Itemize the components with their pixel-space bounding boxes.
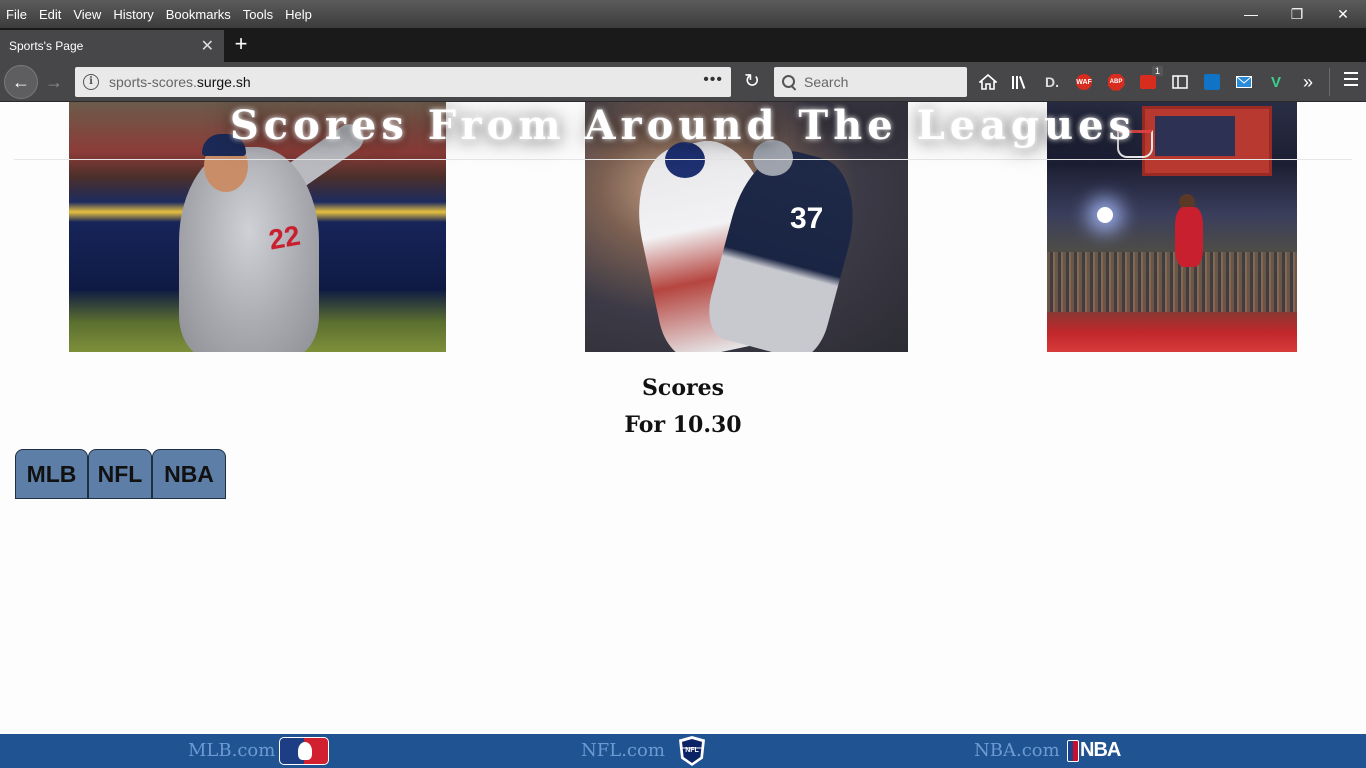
url-host: surge.sh (196, 74, 251, 90)
extension-toolbar: D. WAF ABP 1 V » (976, 66, 1328, 94)
library-icon[interactable] (1008, 70, 1032, 94)
forward-button[interactable]: → (42, 70, 66, 94)
tab-title: Sports's Page (9, 39, 84, 53)
hero-divider (14, 159, 1352, 160)
tab-nba[interactable]: NBA (152, 449, 226, 499)
abp-icon[interactable]: ABP (1104, 70, 1128, 94)
overflow-chevron-icon[interactable]: » (1296, 70, 1320, 94)
extension-badge-icon[interactable]: 1 (1136, 66, 1163, 94)
page-actions-icon[interactable]: ••• (703, 71, 723, 89)
mail-icon[interactable] (1232, 70, 1256, 94)
tab-close-icon[interactable]: ✕ (201, 36, 214, 56)
search-placeholder: Search (804, 74, 849, 90)
menu-history[interactable]: History (113, 7, 153, 22)
outlook-icon[interactable] (1200, 70, 1224, 94)
close-window-button[interactable]: ✕ (1320, 0, 1366, 28)
reload-button[interactable]: ↻ (740, 70, 764, 94)
scores-date: For 10.30 (624, 412, 742, 438)
url-subdomain: sports-scores. (109, 74, 197, 90)
reader-sidebar-icon[interactable] (1168, 70, 1192, 94)
search-icon (782, 75, 796, 89)
menu-view[interactable]: View (73, 7, 101, 22)
scores-heading: Scores (642, 375, 724, 401)
reload-icon: ↻ (744, 71, 760, 92)
window-controls: — ❐ ✕ (1228, 0, 1366, 28)
waf-shield-icon[interactable]: WAF (1072, 70, 1096, 94)
nfl-link[interactable]: NFL.com (581, 738, 665, 764)
league-tabs: MLB NFL NBA (15, 449, 226, 499)
site-info-icon[interactable]: i (83, 74, 99, 90)
nba-link[interactable]: NBA.com (974, 738, 1060, 764)
new-tab-button[interactable]: + (230, 32, 252, 58)
v-extension-icon[interactable]: V (1264, 70, 1288, 94)
extension-count-badge: 1 (1151, 66, 1163, 76)
menu-help[interactable]: Help (285, 7, 312, 22)
forward-arrow-icon: → (45, 72, 63, 92)
tab-strip: Sports's Page ✕ + (0, 28, 1366, 62)
nfl-logo-icon[interactable]: NFL (679, 736, 705, 766)
d-extension-icon[interactable]: D. (1040, 70, 1064, 94)
mlb-link[interactable]: MLB.com (188, 738, 275, 764)
page-title: Scores From Around The Leagues (229, 102, 1137, 149)
hamburger-menu-icon[interactable] (1344, 72, 1358, 90)
minimize-button[interactable]: — (1228, 0, 1274, 28)
tab-mlb[interactable]: MLB (15, 449, 88, 499)
navigation-toolbar: ← → i sports-scores. surge.sh ••• ↻ Searc… (0, 62, 1366, 102)
nba-logo-text: NBA (1080, 739, 1121, 761)
search-input[interactable]: Search (774, 67, 967, 97)
toolbar-separator (1329, 68, 1330, 96)
url-bar[interactable]: i sports-scores. surge.sh ••• (75, 67, 731, 97)
restore-button[interactable]: ❐ (1274, 0, 1320, 28)
nfl-logo-text: NFL (685, 747, 699, 754)
menu-tools[interactable]: Tools (243, 7, 273, 22)
menu-bookmarks[interactable]: Bookmarks (166, 7, 231, 22)
menu-edit[interactable]: Edit (39, 7, 61, 22)
menu-bar: File Edit View History Bookmarks Tools H… (0, 0, 1366, 28)
tab-sports-page[interactable]: Sports's Page ✕ (0, 30, 224, 62)
back-button[interactable]: ← (4, 65, 38, 99)
footer: MLB.com NFL.com NFL NBA.com NBA (0, 734, 1366, 768)
nba-logo-icon[interactable]: NBA (1067, 737, 1121, 765)
mlb-logo-icon[interactable] (279, 737, 329, 765)
tab-nfl[interactable]: NFL (88, 449, 152, 499)
back-arrow-icon: ← (12, 71, 30, 92)
home-icon[interactable] (976, 70, 1000, 94)
page-content: 22 37 Scores From Around The Leagues Sco… (0, 102, 1366, 768)
menu-file[interactable]: File (6, 7, 27, 22)
